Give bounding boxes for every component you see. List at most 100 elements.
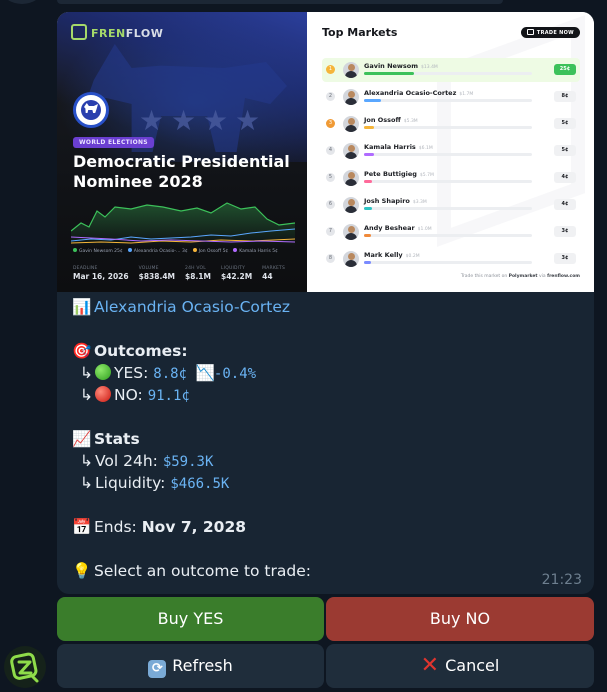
legend-item: Alexandria Ocasio-… 3¢ [127,248,188,254]
prompt-line: 💡 Select an outcome to trade: [72,560,582,582]
candidate-name-text: Josh Shapiro [364,197,410,205]
star-icon: ★ [235,104,261,137]
price-history-chart [71,202,295,247]
price-pill: 8¢ [554,91,576,102]
candidate-avatar [343,116,359,132]
sub-arrow-icon: ↳ [80,452,93,470]
candidate-volume: $1.7M [459,92,474,97]
market-row: 2 Alexandria Ocasio-Cortez $1.7M 8¢ [322,85,580,109]
candidate-name: Kamala Harris $6.1M [364,143,433,151]
candidate-volume: $5.3M [403,119,418,124]
legend-dot-icon [73,248,77,252]
buy-no-button[interactable]: Buy NO [326,597,594,641]
price-pill: 5¢ [554,145,576,156]
top-markets-panel: Top Markets TRADE NOW 1 Gavin Newsom $13.4… [307,12,594,292]
vol-line: ↳ Vol 24h: $59.3K [72,450,582,472]
footer-prefix: Trade this market on [460,274,508,279]
legend-item: Kamala Harris 5¢ [233,248,279,254]
market-row: 3 Jon Ossoff $5.3M 5¢ [322,112,580,136]
candidate-name-text: Andy Beshear [364,224,415,232]
bot-avatar[interactable] [4,646,46,688]
stat-label: DEADLINE [73,266,98,271]
candidate-name: Alexandria Ocasio-Cortez $1.7M [364,89,473,97]
cancel-button[interactable]: ✕ Cancel [326,644,594,688]
refresh-button[interactable]: ⟳ Refresh [57,644,324,688]
no-outcome-line: ↳ NO: 91.1¢ [72,384,582,406]
candidate-name-text: Kamala Harris [364,143,416,151]
market-card: ★ ★ ★ ★ FRENFLOW WORLD ELECTIONS Democra… [57,12,307,292]
brand-text-fren: FREN [91,27,126,40]
previous-avatar [2,0,42,4]
probability-bar [364,153,532,156]
stat-cell: DEADLINE Mar 16, 2026 [73,266,129,281]
probability-bar-fill [364,72,415,75]
refresh-label: Refresh [172,656,233,675]
calendar-icon: 📅 [72,518,92,536]
probability-bar [364,234,532,237]
probability-bar [364,180,532,183]
footer-via: via [539,274,546,279]
green-circle-icon [95,364,111,380]
candidate-avatar [343,170,359,186]
sub-arrow-icon: ↳ [80,364,93,382]
candidate-avatar [343,251,359,267]
price-pill: 4¢ [554,199,576,210]
top-markets-title: Top Markets [322,26,398,39]
probability-bar [364,126,532,129]
stat-label: VOLUME [138,266,159,271]
legend-label: Kamala Harris 5¢ [239,249,279,254]
stat-cell: VOLUME $838.4M [139,266,175,281]
rank-number: 4 [326,146,335,155]
brand-text-flow: FLOW [125,27,164,40]
rank-number: 1 [326,65,335,74]
candidate-link[interactable]: Alexandria Ocasio-Cortez [94,298,290,316]
target-icon: 🎯 [72,342,92,360]
price-pill: 4¢ [554,172,576,183]
probability-bar-fill [364,207,373,210]
message-bubble: ★ ★ ★ ★ FRENFLOW WORLD ELECTIONS Democra… [57,12,594,594]
chart-legend: Gavin Newsom 25¢ Alexandria Ocasio-… 3¢ Jo… [73,248,303,254]
rank-list: 1 Gavin Newsom $13.4M 2 5¢ 2 Alexandria Ocasio… [322,58,580,274]
candidate-name: Josh Shapiro $3.3M [364,197,427,205]
outcomes-header: 🎯 Outcomes: [72,340,582,362]
sub-arrow-icon: ↳ [80,386,93,404]
star-icon: ★ [203,104,229,137]
stat-value: Mar 16, 2026 [73,272,129,281]
chart-increasing-icon: 📈 [72,430,92,448]
candidate-name: Gavin Newsom $13.4M [364,62,438,70]
yes-label: YES: [114,364,149,382]
message-timestamp: 21:23 [541,572,582,588]
frenflow-logo-icon [71,24,87,40]
price-pill: 3¢ [554,226,576,237]
stats-header: 📈 Stats [72,428,582,450]
frenflow-logo-icon [10,652,39,683]
legend-dot-icon [127,248,132,252]
stat-label: 24H VOL [185,266,207,271]
market-image[interactable]: ★ ★ ★ ★ FRENFLOW WORLD ELECTIONS Democra… [57,12,594,292]
candidate-volume: $5.7M [419,173,434,178]
cross-icon: ✕ [420,653,440,678]
stat-cell: LIQUIDITY $42.2M [221,266,252,281]
category-tag: WORLD ELECTIONS [73,137,154,148]
trade-now-badge: TRADE NOW [520,27,580,38]
probability-bar-fill [364,180,373,183]
footer-site-frenflow: frenflow.com [547,274,580,279]
cancel-label: Cancel [445,656,500,675]
prompt-text: Select an outcome to trade: [94,562,311,580]
stats-label: Stats [94,430,140,448]
probability-bar-fill [364,261,371,264]
probability-bar [364,99,532,102]
candidate-volume: $3.3M [412,200,427,205]
rank-number: 3 [326,119,335,128]
stat-cell: 24H VOL $8.1M [185,266,211,281]
rank-number: 6 [326,200,335,209]
market-row: 8 Mark Kelly $0.2M 3¢ [322,247,580,271]
top-markets-footer: Trade this market on Polymarket via fren… [461,274,580,279]
candidate-name: Jon Ossoff $5.3M [364,116,418,124]
market-row: 1 Gavin Newsom $13.4M 25¢ [322,58,580,82]
rank-number: 2 [326,92,335,101]
brand-logo: FRENFLOW [71,24,163,40]
buy-yes-button[interactable]: Buy YES [57,597,324,641]
